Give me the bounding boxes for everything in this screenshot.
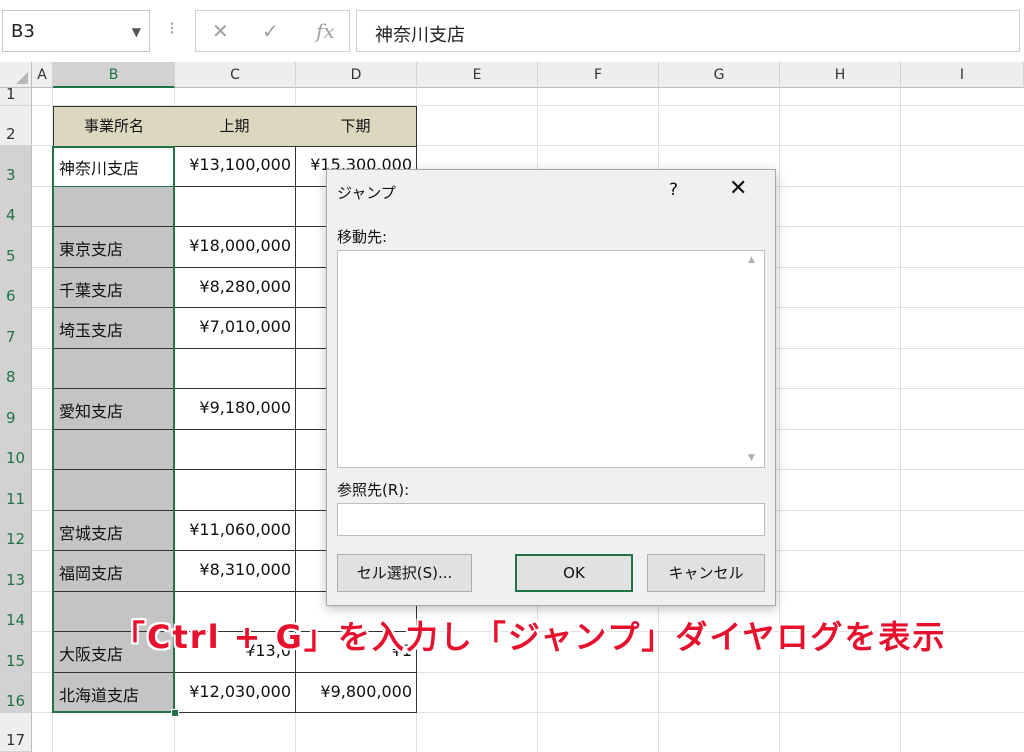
table-cell[interactable]: ¥18,000,000 xyxy=(174,227,296,268)
table-cell-name[interactable] xyxy=(53,349,175,389)
table-header-cell[interactable]: 事業所名 xyxy=(53,106,175,147)
table-header-cell[interactable]: 上期 xyxy=(174,106,296,147)
row-header[interactable]: 11 xyxy=(0,470,32,511)
name-box-value: B3 xyxy=(11,21,35,42)
help-icon[interactable]: ? xyxy=(669,180,678,200)
table-cell-name[interactable]: 東京支店 xyxy=(53,227,175,268)
row-header[interactable]: 7 xyxy=(0,308,32,349)
row-header[interactable]: 17 xyxy=(0,713,32,752)
goto-list[interactable]: ▲ ▼ xyxy=(337,250,765,468)
list-scrollbar[interactable]: ▲ ▼ xyxy=(742,251,764,467)
more-vertical-icon: ⁝ xyxy=(169,18,175,39)
table-cell[interactable]: ¥9,180,000 xyxy=(174,389,296,430)
row-header[interactable]: 2 xyxy=(0,106,32,146)
chevron-down-icon[interactable]: ▼ xyxy=(132,25,141,39)
column-header-f[interactable]: F xyxy=(538,62,659,88)
cancel-button[interactable]: キャンセル xyxy=(647,554,765,592)
chevron-up-icon[interactable]: ▲ xyxy=(748,255,755,265)
row-header[interactable]: 5 xyxy=(0,227,32,268)
check-icon[interactable]: ✓ xyxy=(262,19,279,43)
column-header-i[interactable]: I xyxy=(901,62,1024,88)
fill-handle[interactable] xyxy=(171,709,179,717)
table-cell[interactable]: ¥12,030,000 xyxy=(174,673,296,713)
table-cell[interactable] xyxy=(174,349,296,389)
table-cell-name[interactable]: 埼玉支店 xyxy=(53,308,175,349)
column-header-b[interactable]: B xyxy=(53,62,175,88)
row-header[interactable]: 4 xyxy=(0,187,32,227)
row-header[interactable]: 16 xyxy=(0,673,32,713)
row-header[interactable]: 3 xyxy=(0,146,32,187)
cancel-icon[interactable]: ✕ xyxy=(212,19,229,43)
instruction-caption: 「Ctrl + G」を入力し「ジャンプ」ダイヤログを表示 xyxy=(113,618,947,656)
goto-label: 移動先: xyxy=(337,228,388,246)
goto-dialog: ジャンプ ? ✕ 移動先: ▲ ▼ 参照先(R): セル選択(S)... OK … xyxy=(326,169,776,606)
table-cell-name[interactable]: 愛知支店 xyxy=(53,389,175,430)
table-cell[interactable]: ¥8,280,000 xyxy=(174,268,296,308)
row-header[interactable]: 1 xyxy=(0,85,32,106)
column-header-d[interactable]: D xyxy=(296,62,417,88)
table-cell[interactable]: ¥7,010,000 xyxy=(174,308,296,349)
table-cell[interactable]: ¥8,310,000 xyxy=(174,551,296,592)
row-header[interactable]: 6 xyxy=(0,268,32,308)
reference-input[interactable] xyxy=(337,503,765,536)
row-header[interactable]: 10 xyxy=(0,430,32,470)
row-header[interactable]: 8 xyxy=(0,349,32,389)
row-header[interactable]: 13 xyxy=(0,551,32,592)
table-cell[interactable]: ¥13,100,000 xyxy=(174,146,296,187)
table-cell-name[interactable] xyxy=(53,470,175,511)
row-header[interactable]: 9 xyxy=(0,389,32,430)
table-cell[interactable]: ¥11,060,000 xyxy=(174,511,296,551)
table-header-cell[interactable]: 下期 xyxy=(295,106,417,147)
formula-buttons: ✕ ✓ fx xyxy=(195,10,350,52)
column-header-g[interactable]: G xyxy=(659,62,780,88)
column-header-h[interactable]: H xyxy=(780,62,901,88)
select-all-corner[interactable] xyxy=(0,62,32,88)
table-cell-name[interactable]: 神奈川支店 xyxy=(53,146,175,187)
column-header-c[interactable]: C xyxy=(175,62,296,88)
ok-button[interactable]: OK xyxy=(515,554,633,592)
table-cell-name[interactable] xyxy=(53,430,175,470)
table-cell[interactable]: ¥9,800,000 xyxy=(295,673,417,713)
formula-bar: B3 ▼ ⁝ ✕ ✓ fx 神奈川支店 xyxy=(0,0,1024,62)
column-header-a[interactable]: A xyxy=(32,62,53,88)
table-cell[interactable] xyxy=(174,187,296,227)
table-cell-name[interactable]: 宮城支店 xyxy=(53,511,175,551)
table-cell-name[interactable]: 福岡支店 xyxy=(53,551,175,592)
row-header[interactable]: 14 xyxy=(0,592,32,632)
fx-icon[interactable]: fx xyxy=(316,19,335,43)
table-cell[interactable] xyxy=(174,430,296,470)
dialog-title: ジャンプ xyxy=(337,184,396,202)
column-header-e[interactable]: E xyxy=(417,62,538,88)
close-icon[interactable]: ✕ xyxy=(729,176,747,201)
formula-content: 神奈川支店 xyxy=(375,25,465,46)
name-box[interactable]: B3 ▼ xyxy=(2,10,150,52)
special-button[interactable]: セル選択(S)... xyxy=(337,554,472,592)
row-header[interactable]: 15 xyxy=(0,632,32,673)
table-cell-name[interactable]: 北海道支店 xyxy=(53,673,175,713)
table-cell-name[interactable]: 千葉支店 xyxy=(53,268,175,308)
formula-input[interactable]: 神奈川支店 xyxy=(356,10,1020,52)
row-header[interactable]: 12 xyxy=(0,511,32,551)
chevron-down-icon[interactable]: ▼ xyxy=(748,453,755,463)
table-cell[interactable] xyxy=(174,470,296,511)
reference-label: 参照先(R): xyxy=(337,481,410,499)
table-cell-name[interactable] xyxy=(53,187,175,227)
